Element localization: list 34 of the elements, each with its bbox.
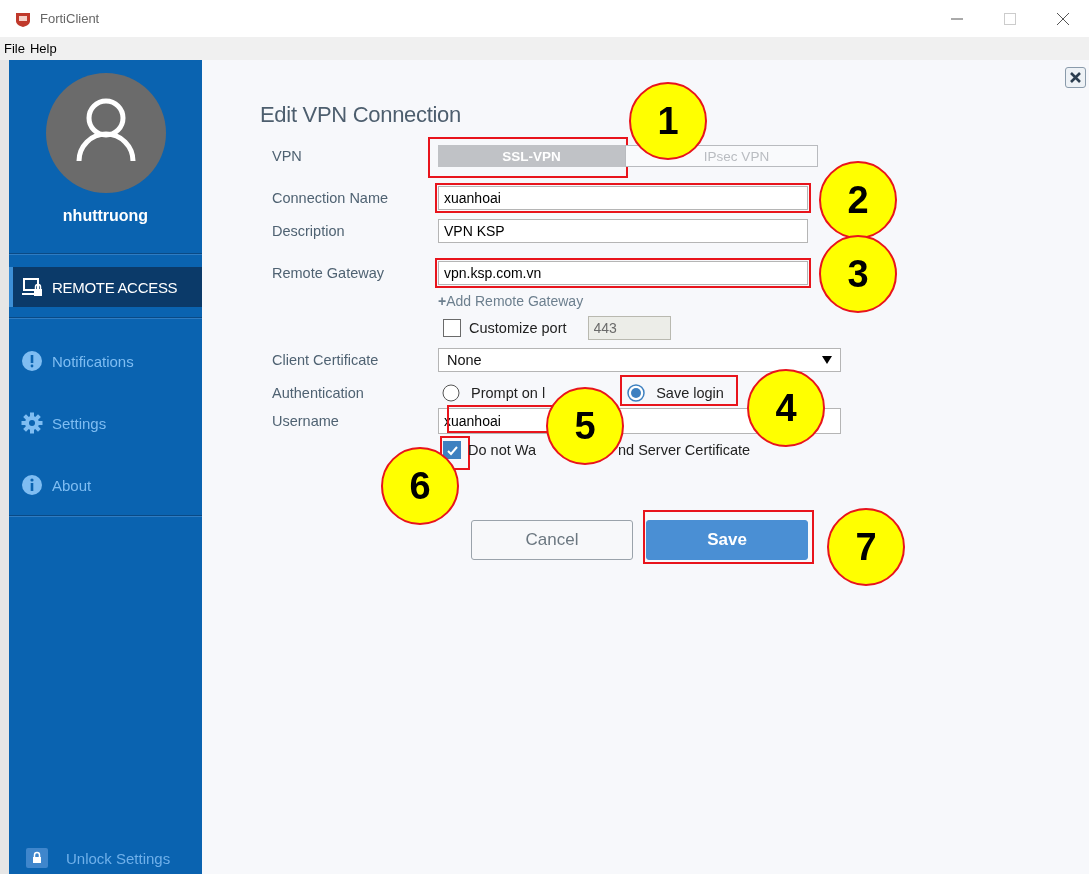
text-field[interactable]: vpn.ksp.com.vn (438, 261, 808, 285)
text-field[interactable]: xuanhoai (438, 186, 808, 210)
window-title: FortiClient (40, 11, 100, 26)
text-field[interactable]: VPN KSP (438, 219, 808, 243)
cancel-button[interactable]: Cancel (471, 520, 633, 560)
add-gateway-link[interactable]: +Add Remote Gateway (438, 293, 584, 309)
caret-icon (822, 356, 832, 364)
field-label: VPN (271, 148, 302, 164)
field-label: Description (271, 223, 345, 239)
close-icon (1056, 12, 1069, 25)
avatar-icon (45, 73, 166, 193)
app-logo-icon (15, 10, 31, 27)
field-label: Authentication (271, 385, 364, 401)
computer-lock-icon (21, 276, 43, 298)
field-label: Remote Gateway (271, 265, 385, 281)
certificate-dropdown[interactable]: None (438, 348, 841, 372)
alert-icon (21, 350, 43, 372)
lock-icon (26, 848, 48, 868)
field-label: Connection Name (271, 190, 389, 206)
maximize-icon (1003, 12, 1016, 25)
radio-option[interactable]: Save login (627, 384, 724, 402)
username: nhuttruong (61, 207, 150, 225)
settings-icon (21, 412, 43, 434)
menu-item[interactable]: File (4, 41, 30, 56)
info-icon (21, 474, 43, 496)
sidebar-item[interactable]: REMOTE ACCESS (9, 267, 202, 307)
radio-option[interactable]: Prompt on l (442, 384, 546, 402)
checkbox[interactable] (443, 441, 461, 459)
close-icon[interactable] (1065, 67, 1086, 88)
field-label: Username (271, 413, 339, 429)
menu-item[interactable]: Help (29, 41, 62, 56)
field-label: Client Certificate (271, 352, 379, 368)
form-title: Edit VPN Connection (260, 101, 461, 129)
checkbox-label: Customize port (469, 320, 567, 336)
